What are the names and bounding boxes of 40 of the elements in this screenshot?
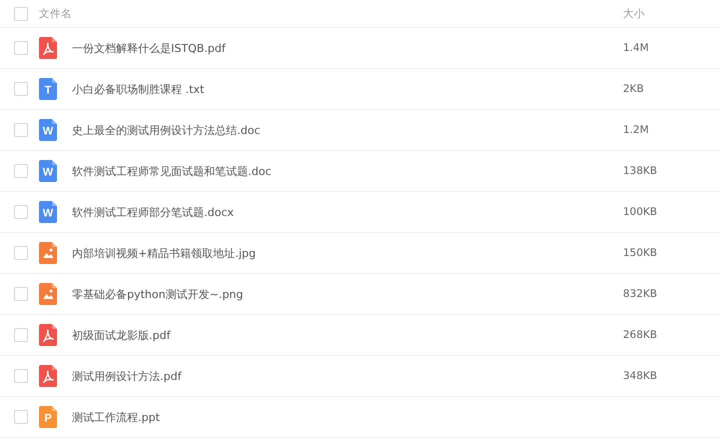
file-size: 832KB bbox=[623, 288, 658, 300]
file-name[interactable]: 史上最全的测试用例设计方法总结.doc bbox=[72, 122, 260, 138]
letter-file-icon: T bbox=[39, 78, 57, 100]
file-size: 268KB bbox=[623, 329, 658, 341]
file-size: 1.4M bbox=[623, 42, 649, 54]
row-checkbox[interactable] bbox=[14, 123, 28, 137]
row-checkbox[interactable] bbox=[14, 82, 28, 96]
file-name[interactable]: 初级面试龙影版.pdf bbox=[72, 328, 170, 342]
file-name[interactable]: 测试用例设计方法.pdf bbox=[72, 368, 182, 384]
file-size: 150KB bbox=[623, 247, 658, 259]
pdf-file-icon bbox=[39, 37, 57, 59]
letter-file-icon: W bbox=[39, 160, 57, 182]
row-checkbox[interactable] bbox=[14, 246, 28, 260]
row-checkbox[interactable] bbox=[14, 369, 28, 383]
file-size: 348KB bbox=[623, 370, 658, 382]
select-all-checkbox[interactable] bbox=[14, 6, 28, 20]
letter-file-icon: W bbox=[39, 201, 57, 223]
file-size: 138KB bbox=[623, 165, 658, 177]
file-name[interactable]: 一份文档解释什么是ISTQB.pdf bbox=[72, 40, 226, 56]
row-checkbox[interactable] bbox=[14, 410, 28, 424]
image-file-icon bbox=[39, 242, 57, 264]
row-checkbox[interactable] bbox=[14, 41, 28, 55]
file-name[interactable]: 软件测试工程师部分笔试题.docx bbox=[72, 204, 234, 220]
file-name[interactable]: 零基础必备python测试开发~.png bbox=[72, 286, 244, 302]
file-name[interactable]: 软件测试工程师常见面试题和笔试题.doc bbox=[72, 164, 272, 178]
file-size: 1.2M bbox=[623, 124, 649, 136]
pdf-file-icon bbox=[39, 324, 57, 346]
letter-file-icon: W bbox=[39, 119, 57, 141]
image-file-icon bbox=[39, 283, 57, 305]
file-size: 100KB bbox=[623, 206, 658, 218]
row-checkbox[interactable] bbox=[14, 205, 28, 219]
file-name[interactable]: 小白必备职场制胜课程 .txt bbox=[72, 82, 204, 96]
row-checkbox[interactable] bbox=[14, 164, 28, 178]
pdf-file-icon bbox=[39, 365, 57, 387]
file-name[interactable]: 测试工作流程.ppt bbox=[72, 410, 160, 424]
row-checkbox[interactable] bbox=[14, 328, 28, 342]
letter-file-icon: P bbox=[39, 406, 57, 428]
file-size: 2KB bbox=[623, 83, 644, 95]
file-name[interactable]: 内部培训视频+精品书籍领取地址.jpg bbox=[72, 246, 256, 260]
row-checkbox[interactable] bbox=[14, 287, 28, 301]
